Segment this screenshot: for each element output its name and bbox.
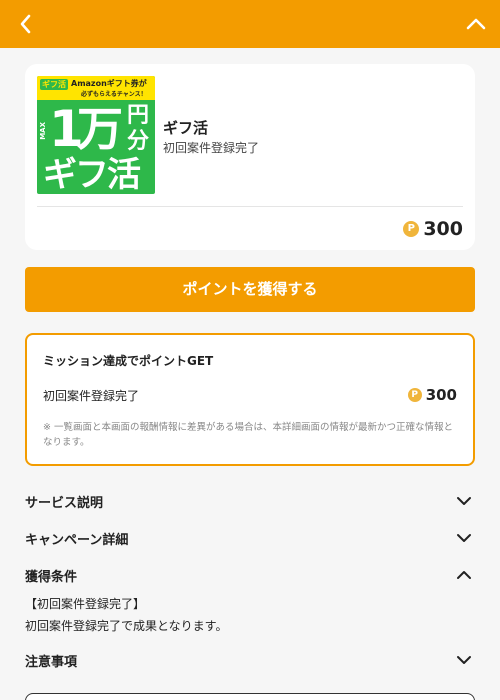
thumbnail-brand: ギフ活 — [43, 155, 141, 194]
top-bar — [0, 0, 500, 48]
chevron-down-icon[interactable] — [455, 492, 473, 510]
thumbnail-banner-text: Amazonギフト券が — [71, 79, 147, 88]
offer-subtitle: 初回案件登録完了 — [163, 141, 260, 155]
offer-points-value: 300 — [423, 218, 463, 240]
accordion-conditions[interactable]: 獲得条件 — [25, 563, 475, 587]
mission-title: ミッション達成でポイントGET — [43, 354, 214, 368]
accordion-label: 注意事項 — [25, 655, 78, 670]
offer-points: P 300 — [403, 217, 463, 241]
accordion-service[interactable]: サービス説明 — [25, 489, 475, 513]
conditions-heading: 【初回案件登録完了】 — [25, 597, 146, 611]
accordion-label: キャンペーン詳細 — [25, 533, 129, 548]
mission-points-value: 300 — [425, 386, 457, 404]
thumbnail-bun: 分 — [127, 129, 150, 154]
mission-box: ミッション達成でポイントGET 初回案件登録完了 P 300 ※ 一覧画面と本画… — [25, 333, 475, 466]
get-points-button[interactable]: ポイントを獲得する — [25, 267, 475, 312]
accordion-label: サービス説明 — [25, 496, 104, 511]
thumbnail-max: MAX — [39, 122, 47, 140]
offer-card: ギフ活 Amazonギフト券が 必ずもらえるチャンス！ MAX 1 万 円 分 … — [25, 64, 475, 250]
offer-title: ギフ活 — [163, 119, 209, 137]
chevron-up-icon[interactable] — [455, 566, 473, 584]
offer-thumbnail: ギフ活 Amazonギフト券が 必ずもらえるチャンス！ MAX 1 万 円 分 … — [37, 76, 155, 194]
bottom-card[interactable] — [25, 693, 475, 700]
chevron-down-icon[interactable] — [455, 651, 473, 669]
accordion-campaign[interactable]: キャンペーン詳細 — [25, 526, 475, 550]
mission-item-label: 初回案件登録完了 — [43, 389, 140, 403]
accordion-notes[interactable]: 注意事項 — [25, 648, 475, 672]
point-coin-icon: P — [403, 221, 420, 237]
thumbnail-logo: ギフ活 — [40, 79, 68, 90]
point-coin-icon: P — [407, 388, 422, 402]
chevron-left-icon[interactable] — [14, 12, 38, 36]
chevron-up-icon[interactable] — [464, 12, 488, 36]
card-divider — [37, 206, 463, 207]
accordion-label: 獲得条件 — [25, 570, 78, 585]
chevron-down-icon[interactable] — [455, 529, 473, 547]
thumbnail-banner-subtext: 必ずもらえるチャンス！ — [81, 91, 147, 98]
mission-item-points: P 300 — [407, 385, 457, 405]
thumbnail-en: 円 — [127, 103, 150, 128]
conditions-text: 初回案件登録完了で成果となります。 — [25, 619, 228, 633]
thumbnail-big-man: 万 — [77, 102, 123, 156]
mission-note: ※ 一覧画面と本画面の報酬情報に差異がある場合は、本詳細画面の情報が最新かつ正確… — [43, 422, 453, 448]
